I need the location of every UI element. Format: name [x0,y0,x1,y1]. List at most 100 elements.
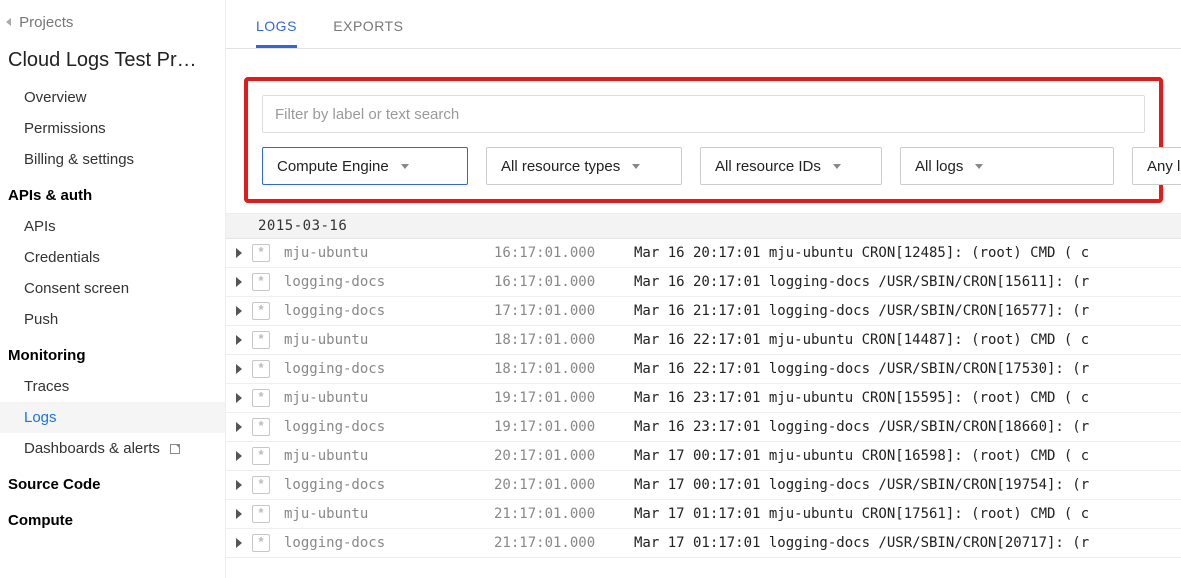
log-message: Mar 16 22:17:01 logging-docs /USR/SBIN/C… [634,361,1181,377]
chevron-down-icon [401,164,409,169]
log-source: logging-docs [284,303,494,319]
expand-icon[interactable] [236,248,242,258]
expand-icon[interactable] [236,480,242,490]
sidebar-header-compute: Compute [0,500,225,536]
log-message: Mar 17 00:17:01 mju-ubuntu CRON[16598]: … [634,448,1181,464]
dropdown-label: All resource types [501,158,620,175]
log-row[interactable]: * logging-docs17:17:01.000Mar 16 21:17:01… [226,297,1181,326]
dropdown-label: All resource IDs [715,158,821,175]
sidebar-item-traces[interactable]: Traces [0,371,225,402]
chevron-down-icon [833,164,841,169]
expand-icon[interactable] [236,538,242,548]
expand-icon[interactable] [236,306,242,316]
log-local-time: 20:17:01.000 [494,477,634,493]
log-row[interactable]: *logging-docs20:17:01.000Mar 17 00:17:01… [226,471,1181,500]
log-source: mju-ubuntu [284,245,494,261]
log-source: logging-docs [284,477,494,493]
dropdown-label: Compute Engine [277,158,389,175]
log-source: mju-ubuntu [284,506,494,522]
tab-logs[interactable]: LOGS [256,18,297,48]
log-source: mju-ubuntu [284,332,494,348]
log-local-time: 19:17:01.000 [494,390,634,406]
severity-badge: * [252,534,270,552]
dropdown-log-level[interactable]: Any log level [1132,147,1181,185]
expand-icon[interactable] [236,393,242,403]
expand-icon[interactable] [236,364,242,374]
dropdown-resource-type[interactable]: All resource types [486,147,682,185]
filter-text-input[interactable] [262,95,1145,133]
log-source: mju-ubuntu [284,390,494,406]
log-message: Mar 17 00:17:01 logging-docs /USR/SBIN/C… [634,477,1181,493]
filter-panel: Compute Engine All resource types All re… [244,77,1163,203]
severity-badge: * [252,447,270,465]
sidebar: Projects Cloud Logs Test Pr… Overview Pe… [0,0,226,578]
log-row[interactable]: *mju-ubuntu20:17:01.000Mar 17 00:17:01 m… [226,442,1181,471]
severity-badge: * [252,273,270,291]
sidebar-header-source: Source Code [0,464,225,500]
dropdown-service[interactable]: Compute Engine [262,147,468,185]
sidebar-item-credentials[interactable]: Credentials [0,242,225,273]
log-row[interactable]: *logging-docs16:17:01.000Mar 16 20:17:01… [226,268,1181,297]
log-message: Mar 16 23:17:01 logging-docs /USR/SBIN/C… [634,419,1181,435]
expand-icon[interactable] [236,335,242,345]
log-row[interactable]: * logging-docs19:17:01.000Mar 16 23:17:01… [226,413,1181,442]
dropdown-label: Any log level [1147,158,1181,175]
log-source: logging-docs [284,535,494,551]
log-row[interactable]: * mju-ubuntu18:17:01.000Mar 16 22:17:01 m… [226,326,1181,355]
sidebar-item-push[interactable]: Push [0,304,225,335]
expand-icon[interactable] [236,422,242,432]
severity-badge: * [252,302,270,320]
dropdown-label: All logs [915,158,963,175]
sidebar-item-permissions[interactable]: Permissions [0,113,225,144]
log-row[interactable]: *mju-ubuntu19:17:01.000Mar 16 23:17:01 m… [226,384,1181,413]
log-local-time: 16:17:01.000 [494,245,634,261]
log-local-time: 18:17:01.000 [494,332,634,348]
log-date-header: 2015-03-16 [226,214,1181,239]
sidebar-header-apis: APIs & auth [0,175,225,211]
log-row[interactable]: * logging-docs18:17:01.000Mar 16 22:17:01… [226,355,1181,384]
log-local-time: 20:17:01.000 [494,448,634,464]
log-local-time: 18:17:01.000 [494,361,634,377]
log-source: logging-docs [284,361,494,377]
main-pane: LOGS EXPORTS Compute Engine All resource… [226,0,1181,578]
sidebar-item-overview[interactable]: Overview [0,82,225,113]
log-source: logging-docs [284,274,494,290]
sidebar-item-dashboards[interactable]: Dashboards & alerts [0,433,225,464]
tab-exports[interactable]: EXPORTS [333,18,403,48]
log-local-time: 21:17:01.000 [494,506,634,522]
log-local-time: 19:17:01.000 [494,419,634,435]
expand-icon[interactable] [236,277,242,287]
tabs: LOGS EXPORTS [226,0,1181,49]
severity-badge: * [252,389,270,407]
expand-icon[interactable] [236,451,242,461]
sidebar-item-consent[interactable]: Consent screen [0,273,225,304]
chevron-down-icon [632,164,640,169]
dropdown-resource-id[interactable]: All resource IDs [700,147,882,185]
severity-badge: * [252,244,270,262]
log-local-time: 16:17:01.000 [494,274,634,290]
log-message: Mar 16 22:17:01 mju-ubuntu CRON[14487]: … [634,332,1181,348]
log-source: logging-docs [284,419,494,435]
sidebar-item-label: Dashboards & alerts [24,440,160,457]
log-local-time: 21:17:01.000 [494,535,634,551]
severity-badge: * [252,360,270,378]
log-row[interactable]: *logging-docs21:17:01.000Mar 17 01:17:01… [226,529,1181,558]
severity-badge: * [252,505,270,523]
log-message: Mar 16 21:17:01 logging-docs /USR/SBIN/C… [634,303,1181,319]
expand-icon[interactable] [236,509,242,519]
log-table: 2015-03-16 *mju-ubuntu16:17:01.000Mar 16… [226,213,1181,578]
chevron-left-icon [6,18,11,26]
log-local-time: 17:17:01.000 [494,303,634,319]
dropdown-log-name[interactable]: All logs [900,147,1114,185]
project-title: Cloud Logs Test Pr… [0,49,225,82]
sidebar-item-billing[interactable]: Billing & settings [0,144,225,175]
severity-badge: * [252,331,270,349]
sidebar-item-logs[interactable]: Logs [0,402,225,433]
log-row[interactable]: *mju-ubuntu16:17:01.000Mar 16 20:17:01 m… [226,239,1181,268]
projects-back-label: Projects [19,14,73,31]
severity-badge: * [252,418,270,436]
projects-back-link[interactable]: Projects [0,4,225,49]
sidebar-item-apis[interactable]: APIs [0,211,225,242]
log-message: Mar 17 01:17:01 mju-ubuntu CRON[17561]: … [634,506,1181,522]
log-row[interactable]: * mju-ubuntu21:17:01.000Mar 17 01:17:01 m… [226,500,1181,529]
